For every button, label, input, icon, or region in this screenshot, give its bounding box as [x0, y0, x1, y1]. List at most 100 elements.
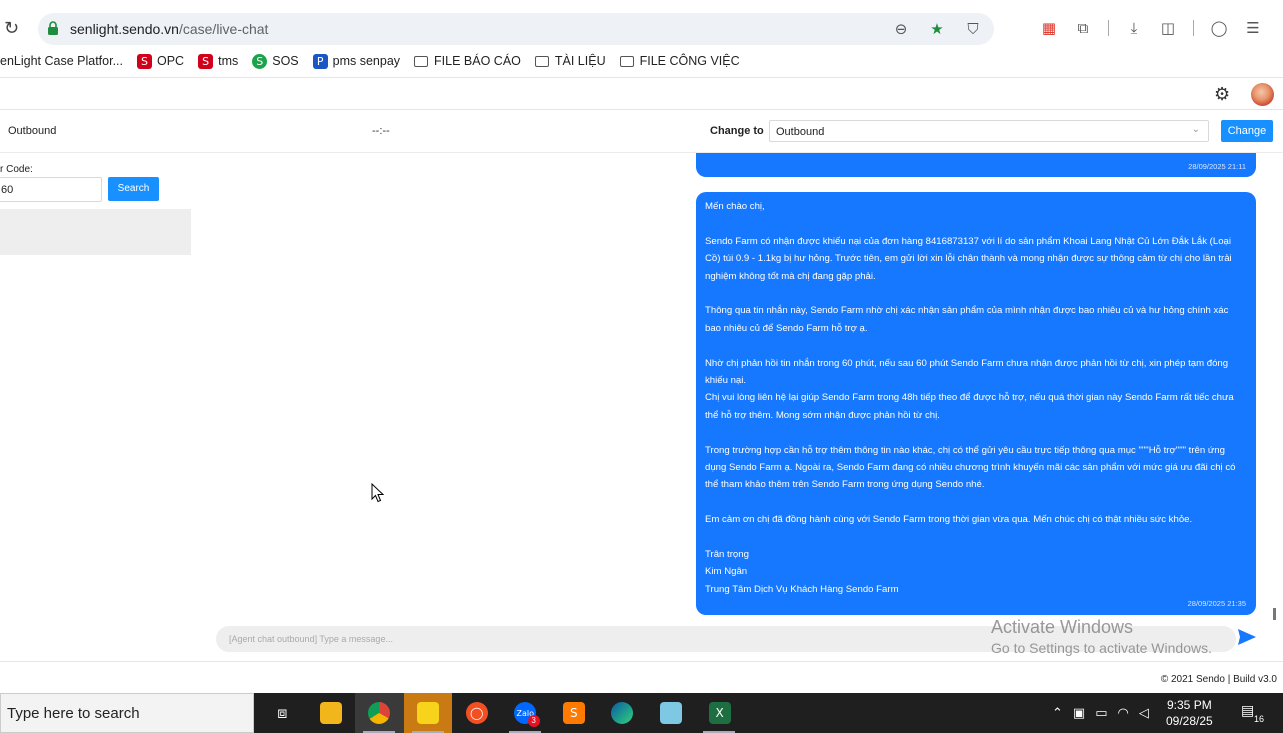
browser-toolbar: ↻ senlight.sendo.vn/case/live-chat ⊖ ★ ⛉…	[0, 0, 1283, 45]
wifi-icon[interactable]: ◠	[1118, 706, 1129, 721]
shield-icon[interactable]: ⛉	[964, 20, 982, 38]
avatar[interactable]	[1251, 83, 1274, 106]
mouse-cursor-icon	[371, 483, 384, 503]
puzzle-icon[interactable]: ⧉	[1074, 19, 1092, 37]
system-tray: ⌃ ▣ ▭ ◠ ◁	[1052, 693, 1149, 733]
sublime-icon: S	[562, 702, 585, 724]
app-footer: © 2021 Sendo | Build v3.0	[0, 661, 1283, 693]
chat-messages: 28/09/2025 21:11 Mến chào chị, Sendo Far…	[200, 153, 1283, 661]
order-result-box	[0, 209, 191, 255]
taskbar-chrome[interactable]	[355, 693, 404, 733]
bookmark-label: pms senpay	[332, 54, 401, 68]
message-timestamp: 28/09/2025 21:11	[1188, 162, 1246, 171]
bookmark-label: tms	[218, 54, 239, 68]
taskbar-sticky-notes[interactable]	[403, 693, 453, 733]
message-paragraph: Mến chào chị,	[705, 201, 765, 212]
taskbar-sublime[interactable]: S	[550, 693, 599, 733]
notification-count: 16	[1254, 714, 1265, 724]
security-icon[interactable]: ▣	[1073, 706, 1085, 721]
bookmark-file-bao-cao[interactable]: FILE BÁO CÁO	[414, 54, 521, 68]
taskbar-clock[interactable]: 9:35 PM 09/28/25	[1166, 697, 1213, 729]
order-code-input[interactable]: 60	[0, 177, 102, 202]
message-paragraph: Trong trường hợp cần hỗ trợ thêm thông t…	[705, 444, 1239, 491]
sendo-icon: S	[198, 53, 214, 69]
sos-icon: S	[252, 53, 268, 69]
notepad-icon	[660, 702, 683, 724]
bookmark-pms-senpay[interactable]: Ppms senpay	[312, 53, 401, 69]
chat-info-bar: Outbound --:-- Change to Outbound ⌄ Chan…	[0, 110, 1283, 153]
watermark-subtitle: Go to Settings to activate Windows.	[991, 640, 1212, 656]
bookmark-label: OPC	[157, 54, 185, 68]
taskbar-zalo[interactable]: Zalo 3	[501, 693, 550, 733]
download-icon[interactable]: ⤓	[1125, 19, 1143, 37]
chevron-up-icon[interactable]: ⌃	[1052, 706, 1063, 721]
app-circle-icon: ◯	[465, 702, 488, 724]
edge-icon	[611, 702, 634, 724]
search-button[interactable]: Search	[108, 177, 159, 201]
speaker-icon[interactable]: ◁	[1139, 706, 1149, 721]
extension-chart-icon[interactable]: ▦	[1040, 19, 1058, 37]
message-paragraph: Trân trọng Kim Ngân Trung Tâm Dịch Vụ Kh…	[705, 549, 899, 595]
sticky-notes-icon	[417, 702, 440, 724]
gear-icon[interactable]: ⚙	[1214, 84, 1230, 105]
order-code-label: r Code:	[0, 164, 33, 175]
activate-windows-watermark: Activate Windows Go to Settings to activ…	[991, 617, 1212, 656]
message-paragraph: Em cảm ơn chị đã đồng hành cùng với Send…	[705, 514, 1193, 526]
task-view-icon: ⧈	[277, 703, 288, 722]
taskbar-orange-app[interactable]: ◯	[452, 693, 501, 733]
chat-timer: --:--	[372, 125, 390, 137]
battery-icon[interactable]: ▭	[1095, 706, 1107, 721]
bookmark-label: FILE CÔNG VIỆC	[639, 54, 740, 68]
bookmark-file-cong-viec[interactable]: FILE CÔNG VIỆC	[619, 54, 740, 68]
zoom-out-icon[interactable]: ⊖	[892, 20, 910, 38]
taskbar-excel[interactable]: X	[695, 693, 744, 733]
bookmark-tms[interactable]: Stms	[198, 53, 239, 69]
taskbar-file-explorer[interactable]	[307, 693, 356, 733]
message-paragraph: Nhờ chị phản hồi tin nhắn trong 60 phút,…	[705, 357, 1234, 421]
message-paragraph: Sendo Farm có nhận được khiếu nại của đơ…	[705, 235, 1235, 282]
app-header: ⚙	[0, 77, 1283, 110]
bookmark-opc[interactable]: S OPC	[137, 53, 185, 69]
clock-time: 9:35 PM	[1167, 698, 1212, 712]
address-bar[interactable]: senlight.sendo.vn/case/live-chat ⊖ ★ ⛉	[38, 13, 994, 45]
change-to-value: Outbound	[776, 126, 825, 138]
chat-scrollbar[interactable]	[1273, 608, 1276, 620]
toolbar-divider	[1193, 20, 1194, 36]
taskbar-search-input[interactable]: Type here to search	[0, 693, 254, 733]
zalo-badge: 3	[527, 715, 540, 727]
bookmark-star-icon[interactable]: ★	[928, 20, 946, 38]
bookmark-senlight[interactable]: enLight Case Platfor...	[0, 54, 123, 68]
profile-icon[interactable]: ◯	[1210, 19, 1228, 37]
side-panel-icon[interactable]: ◫	[1159, 19, 1177, 37]
taskbar-edge[interactable]	[598, 693, 647, 733]
bookmark-sos[interactable]: S SOS	[252, 53, 299, 69]
windows-taskbar: Type here to search ⧈ ◯ Zalo 3 S X ⌃ ▣ ▭ …	[0, 693, 1283, 733]
folder-icon	[414, 55, 429, 67]
folder-icon	[619, 55, 634, 67]
bookmark-tai-lieu[interactable]: TÀI LIỆU	[534, 54, 606, 68]
bookmark-label: TÀI LIỆU	[554, 54, 606, 68]
bookmark-label: SOS	[272, 54, 299, 68]
toolbar-divider	[1108, 20, 1109, 36]
change-to-label: Change to	[710, 125, 764, 137]
task-view-button[interactable]: ⧈	[258, 693, 307, 733]
chevron-down-icon: ⌄	[1191, 124, 1200, 135]
chat-type: Outbound	[8, 125, 57, 137]
clock-date: 09/28/25	[1166, 714, 1213, 728]
reload-icon[interactable]: ↻	[4, 18, 19, 39]
notification-icon[interactable]: ▤	[1241, 703, 1254, 719]
bookmarks-bar: enLight Case Platfor... S OPC Stms S SOS P…	[0, 48, 1283, 74]
change-button[interactable]: Change	[1221, 120, 1273, 142]
taskbar-notepad[interactable]	[647, 693, 696, 733]
message-timestamp: 28/09/2025 21:35	[1187, 599, 1246, 608]
footer-text: © 2021 Sendo | Build v3.0	[1160, 674, 1277, 685]
order-panel: r Code: 60 Search	[0, 153, 200, 661]
sendo-icon: S	[137, 53, 152, 69]
change-to-select[interactable]: Outbound ⌄	[769, 120, 1209, 142]
url-text: senlight.sendo.vn/case/live-chat	[70, 21, 269, 37]
senpay-icon: P	[312, 53, 328, 69]
send-icon[interactable]	[1237, 627, 1257, 647]
folder-icon	[534, 55, 549, 67]
menu-icon[interactable]: ☰	[1244, 19, 1262, 37]
bookmark-label: FILE BÁO CÁO	[434, 54, 521, 68]
